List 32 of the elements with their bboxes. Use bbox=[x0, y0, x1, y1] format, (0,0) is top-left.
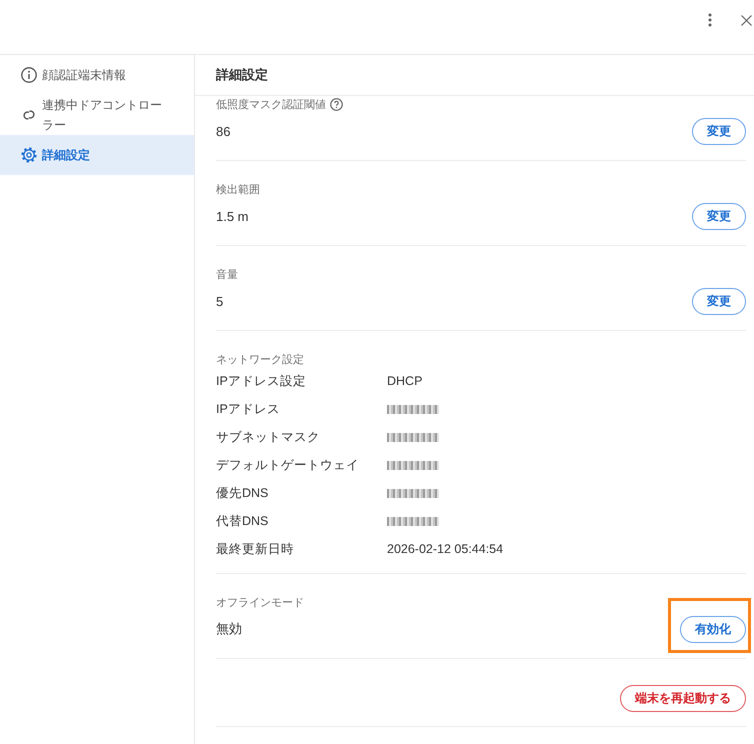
panel-title: 詳細設定 bbox=[216, 66, 268, 84]
info-icon bbox=[21, 67, 37, 83]
section-label: ネットワーク設定 bbox=[216, 352, 304, 366]
network-field-value: DHCP bbox=[387, 374, 422, 388]
network-field-label: デフォルトゲートウェイ bbox=[216, 456, 359, 474]
network-field-label: IPアドレス設定 bbox=[216, 372, 306, 390]
network-field-value: 2026-02-12 05:44:54 bbox=[387, 542, 504, 556]
network-field-label: サブネットマスク bbox=[216, 428, 320, 446]
network-field-label: 最終更新日時 bbox=[216, 540, 294, 558]
sidebar-item[interactable]: 詳細設定 bbox=[0, 135, 194, 175]
help-icon[interactable] bbox=[330, 98, 343, 110]
sidebar-item[interactable]: 連携中ドアコントローラー bbox=[0, 95, 194, 135]
more-icon[interactable] bbox=[708, 13, 712, 27]
setting-value: 5 bbox=[216, 294, 224, 308]
action-button[interactable]: 有効化 bbox=[680, 616, 746, 642]
setting-value: 86 bbox=[216, 124, 230, 138]
network-field-label: IPアドレス bbox=[216, 400, 280, 418]
action-button[interactable]: 変更 bbox=[692, 118, 746, 144]
setting-label: オフラインモード bbox=[216, 596, 304, 610]
setting-value: 無効 bbox=[216, 620, 242, 638]
setting-label: 検出範囲 bbox=[216, 182, 260, 196]
setting-label: 低照度マスク認証閾値 bbox=[216, 98, 326, 112]
settings-icon bbox=[21, 147, 37, 163]
action-button[interactable]: 変更 bbox=[692, 288, 746, 314]
action-button[interactable]: 変更 bbox=[692, 202, 746, 230]
restart-button[interactable]: 端末を再起動する bbox=[620, 685, 746, 712]
setting-label: 音量 bbox=[216, 268, 238, 282]
network-field-label: 優先DNS bbox=[216, 484, 268, 502]
network-field-label: 代替DNS bbox=[216, 512, 268, 530]
sidebar-item[interactable]: 顔認証端末情報 bbox=[0, 55, 194, 95]
close-icon[interactable] bbox=[741, 15, 752, 26]
setting-value: 1.5 m bbox=[216, 208, 249, 224]
